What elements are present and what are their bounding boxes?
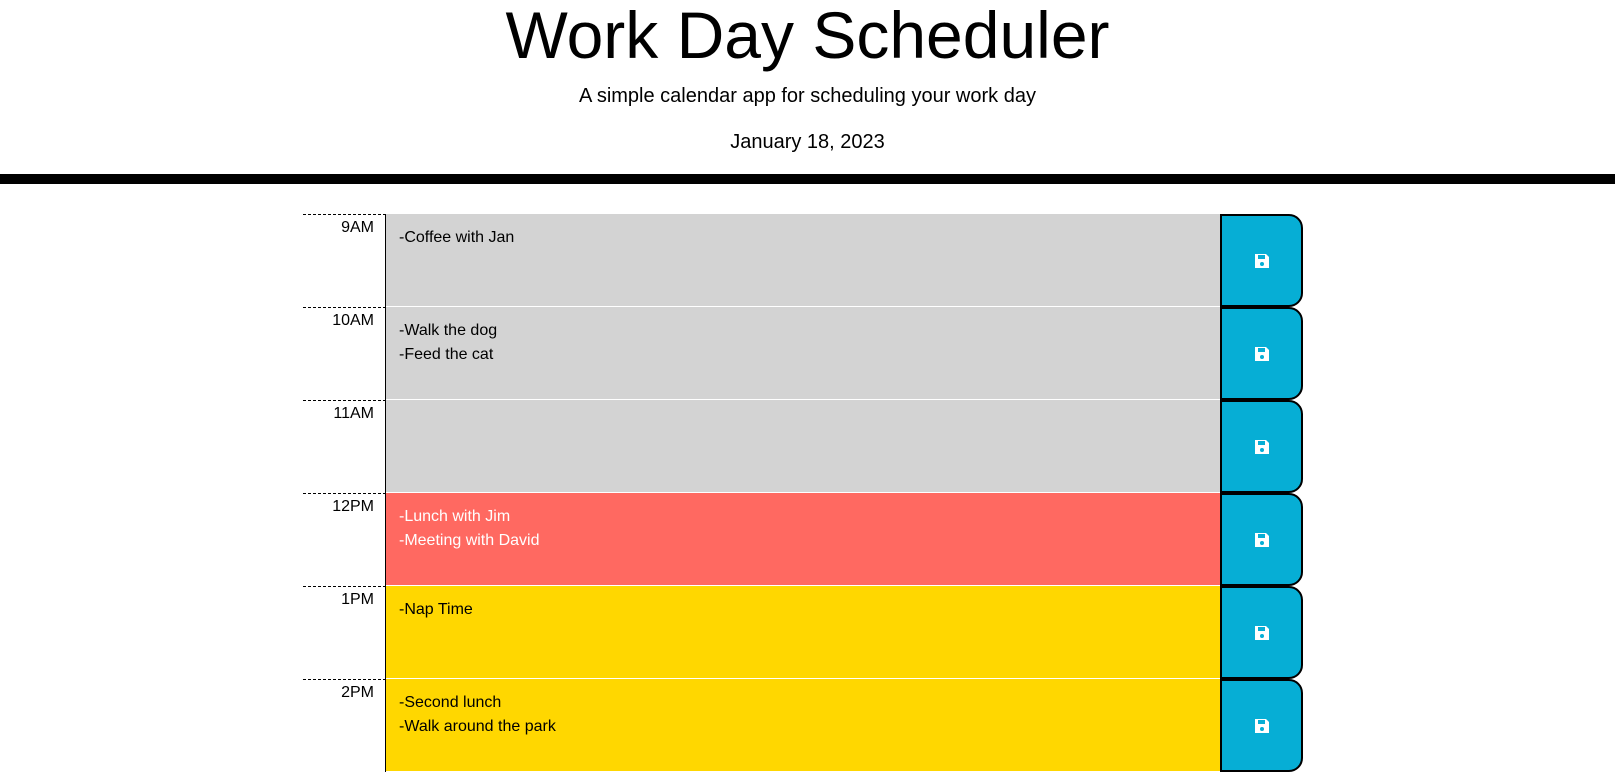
time-block-row: 1PM -Nap Time xyxy=(303,586,1303,679)
time-block-row: 12PM -Lunch with Jim -Meeting with David xyxy=(303,493,1303,586)
floppy-disk-icon xyxy=(1254,718,1269,733)
hour-label: 12PM xyxy=(303,493,386,586)
hour-label: 1PM xyxy=(303,586,386,679)
hour-label: 11AM xyxy=(303,400,386,493)
page-title: Work Day Scheduler xyxy=(505,0,1110,72)
page-header: Work Day Scheduler A simple calendar app… xyxy=(0,0,1615,184)
save-button[interactable] xyxy=(1220,400,1303,493)
floppy-disk-icon xyxy=(1254,625,1269,640)
hour-label: 10AM xyxy=(303,307,386,400)
save-button[interactable] xyxy=(1220,307,1303,400)
time-block-row: 10AM -Walk the dog -Feed the cat xyxy=(303,307,1303,400)
save-button[interactable] xyxy=(1220,493,1303,586)
event-description[interactable]: -Coffee with Jan xyxy=(386,214,1220,307)
event-description[interactable]: -Nap Time xyxy=(386,586,1220,679)
schedule-container: 9AM -Coffee with Jan 10AM -Walk the dog … xyxy=(303,214,1303,772)
current-date: January 18, 2023 xyxy=(730,131,885,153)
floppy-disk-icon xyxy=(1254,346,1269,361)
event-description[interactable]: -Walk the dog -Feed the cat xyxy=(386,307,1220,400)
time-block-row: 2PM -Second lunch -Walk around the park xyxy=(303,679,1303,772)
save-button[interactable] xyxy=(1220,586,1303,679)
event-description[interactable] xyxy=(386,400,1220,493)
event-description[interactable]: -Second lunch -Walk around the park xyxy=(386,679,1220,772)
event-description[interactable]: -Lunch with Jim -Meeting with David xyxy=(386,493,1220,586)
hour-label: 9AM xyxy=(303,214,386,307)
floppy-disk-icon xyxy=(1254,253,1269,268)
time-block-row: 9AM -Coffee with Jan xyxy=(303,214,1303,307)
page-subtitle: A simple calendar app for scheduling you… xyxy=(579,85,1036,107)
save-button[interactable] xyxy=(1220,214,1303,307)
time-block-row: 11AM xyxy=(303,400,1303,493)
hour-label: 2PM xyxy=(303,679,386,772)
save-button[interactable] xyxy=(1220,679,1303,772)
floppy-disk-icon xyxy=(1254,439,1269,454)
floppy-disk-icon xyxy=(1254,532,1269,547)
